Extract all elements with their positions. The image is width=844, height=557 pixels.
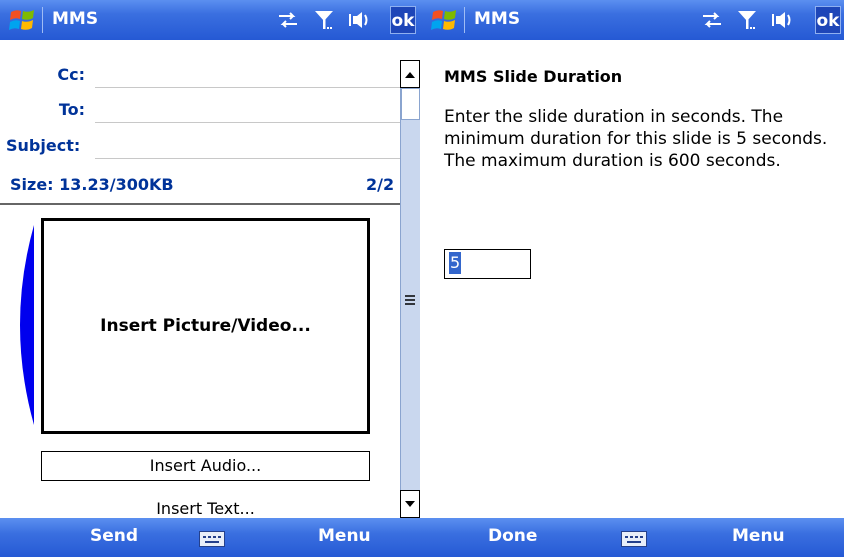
page-title: MMS Slide Duration [444,67,623,86]
send-softkey[interactable]: Send [90,526,138,546]
softkey-bar: Done Menu [422,518,844,557]
connectivity-icon[interactable] [700,8,724,32]
slide-duration-indicator[interactable] [18,225,36,425]
volume-icon[interactable] [347,8,371,32]
size-status-bar: Size: 13.23/300KB 2/2 [0,175,400,203]
scroll-down-button[interactable] [400,490,420,518]
windows-start-icon[interactable] [8,6,36,34]
app-title: MMS [474,9,521,29]
ok-button[interactable]: ok [390,6,416,34]
signal-icon[interactable] [735,8,759,32]
insert-audio-button[interactable]: Insert Audio... [41,451,370,481]
connectivity-icon[interactable] [276,8,300,32]
to-label: To: [58,100,85,119]
signal-icon[interactable] [312,8,336,32]
insert-picture-video-box[interactable]: Insert Picture/Video... [41,218,370,434]
mms-compose-screen: MMS ok Cc: To: Subject: Size: 13.23/300K… [0,0,422,557]
done-softkey[interactable]: Done [488,526,537,546]
title-bar: MMS ok [422,0,844,40]
scroll-grip-icon [405,295,415,305]
arrow-up-icon [405,72,415,78]
arrow-down-icon [405,501,415,507]
subject-field[interactable] [95,158,400,159]
scrollbar-thumb[interactable] [401,88,420,120]
cc-field[interactable] [95,87,400,88]
app-title: MMS [52,9,99,29]
keyboard-icon[interactable] [199,531,225,547]
insert-text-button[interactable]: Insert Text... [41,499,370,518]
duration-input[interactable]: 5 [444,249,531,279]
cc-label: Cc: [57,65,85,84]
volume-icon[interactable] [770,8,794,32]
vertical-scrollbar[interactable] [400,60,420,518]
slide-duration-screen: MMS ok MMS Slide Duration Enter the slid… [422,0,844,557]
menu-softkey[interactable]: Menu [318,526,371,546]
message-size: Size: 13.23/300KB [10,175,174,194]
ok-button[interactable]: ok [815,6,841,34]
title-separator [464,7,465,33]
title-separator [42,7,43,33]
subject-label: Subject: [6,136,81,155]
softkey-bar: Send Menu [0,518,422,557]
slide-counter: 2/2 [366,175,395,194]
to-field[interactable] [95,122,400,123]
windows-start-icon[interactable] [430,6,458,34]
menu-softkey[interactable]: Menu [732,526,785,546]
duration-value: 5 [449,252,462,274]
keyboard-icon[interactable] [621,531,647,547]
divider [0,203,400,205]
duration-instructions: Enter the slide duration in seconds. The… [444,107,828,171]
scroll-up-button[interactable] [400,60,420,88]
title-bar: MMS ok [0,0,422,40]
